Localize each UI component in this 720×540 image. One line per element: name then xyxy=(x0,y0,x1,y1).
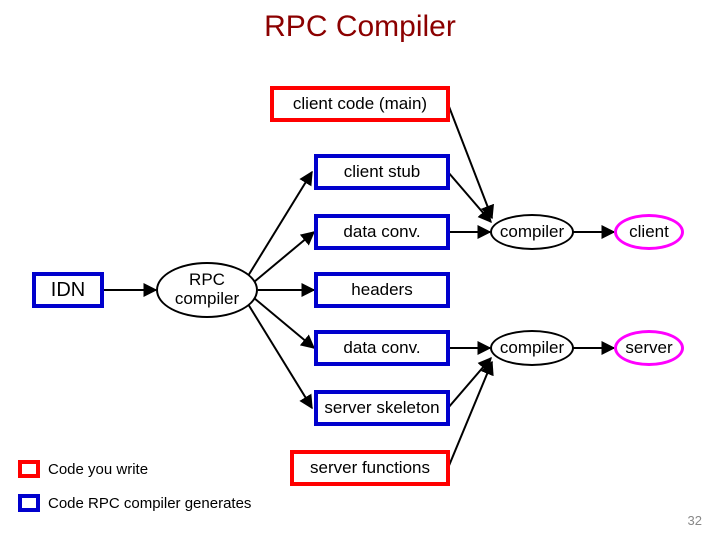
box-idn: IDN xyxy=(32,272,104,308)
box-client-code: client code (main) xyxy=(270,86,450,122)
ellipse-rpc-compiler: RPC compiler xyxy=(156,262,258,318)
legend-swatch-red xyxy=(18,460,40,478)
box-server-functions: server functions xyxy=(290,450,450,486)
box-server-skeleton: server skeleton xyxy=(314,390,450,426)
legend-swatch-blue xyxy=(18,494,40,512)
ellipse-compiler-1: compiler xyxy=(490,214,574,250)
ellipse-server: server xyxy=(614,330,684,366)
legend-text-generates: Code RPC compiler generates xyxy=(48,495,251,512)
ellipse-compiler-2: compiler xyxy=(490,330,574,366)
ellipse-client: client xyxy=(614,214,684,250)
slide-title: RPC Compiler xyxy=(0,10,720,44)
box-data-conv-2: data conv. xyxy=(314,330,450,366)
box-data-conv-1: data conv. xyxy=(314,214,450,250)
box-client-stub: client stub xyxy=(314,154,450,190)
legend-text-you-write: Code you write xyxy=(48,461,148,478)
page-number: 32 xyxy=(688,513,702,528)
box-headers: headers xyxy=(314,272,450,308)
